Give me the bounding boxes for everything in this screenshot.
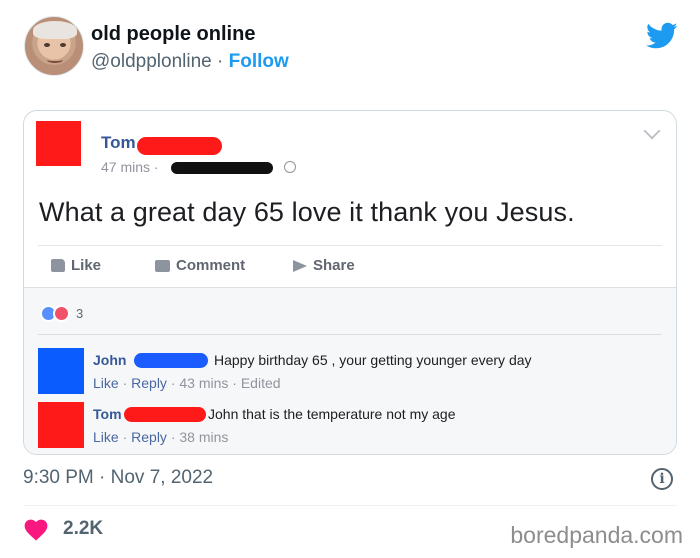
twitter-bird-icon[interactable] — [646, 22, 678, 50]
comment-like-link: Like — [93, 429, 119, 445]
time-redaction — [171, 162, 273, 174]
fb-post: Tom 47 mins · What a great day 65 love i… — [24, 111, 676, 287]
avatar[interactable] — [24, 16, 84, 76]
comment-avatar — [38, 348, 84, 394]
comment: John Happy birthday 65 , your getting yo… — [38, 348, 668, 398]
divider — [38, 245, 662, 246]
comment-text: Happy birthday 65 , your getting younger… — [214, 352, 532, 368]
name-redaction — [137, 137, 222, 155]
comment-meta: Like · Reply · 38 mins — [93, 429, 229, 445]
display-name[interactable]: old people online — [91, 23, 255, 46]
comment-author: John — [93, 352, 127, 368]
comment-time: · 38 mins — [166, 429, 229, 445]
share-action: Share — [293, 257, 355, 274]
divider — [38, 334, 662, 335]
comment-icon — [155, 259, 170, 272]
post-author-name: Tom — [101, 133, 136, 152]
comment: Tom John that is the temperature not my … — [38, 402, 668, 452]
post-author-avatar — [36, 121, 81, 166]
reaction-count: 3 — [76, 305, 84, 321]
like-button[interactable]: 2.2K — [23, 517, 103, 541]
name-redaction — [134, 353, 208, 368]
info-icon[interactable]: i — [651, 468, 673, 490]
love-reaction-icon — [53, 304, 70, 322]
tweet-header: old people online @oldpplonline · Follow — [24, 16, 684, 80]
comment-text: John that is the temperature not my age — [208, 406, 456, 422]
globe-icon — [284, 161, 296, 173]
follow-button[interactable]: Follow — [229, 51, 289, 72]
comment-time: · 43 mins · Edited — [166, 375, 281, 391]
share-label: Share — [313, 257, 355, 274]
chevron-down-icon — [643, 122, 661, 140]
watermark: boredpanda.com — [510, 522, 683, 548]
handle[interactable]: @oldpplonline — [91, 51, 212, 72]
fb-comments: 3 John Happy birthday 65 , your getting … — [24, 287, 676, 454]
like-count: 2.2K — [63, 518, 104, 539]
heart-icon — [24, 519, 48, 541]
comment-reply-link: Reply — [131, 429, 167, 445]
share-icon — [293, 259, 307, 272]
like-label: Like — [71, 257, 102, 274]
divider — [23, 505, 677, 506]
tweet-timestamp[interactable]: 9:30 PM · Nov 7, 2022 — [23, 467, 213, 489]
like-action: Like — [51, 257, 101, 274]
comment-label: Comment — [176, 257, 246, 274]
comment-author: Tom — [93, 406, 122, 422]
separator: · — [211, 51, 229, 72]
comment-avatar — [38, 402, 84, 448]
comment-action: Comment — [155, 257, 245, 274]
embedded-image[interactable]: Tom 47 mins · What a great day 65 love i… — [23, 110, 677, 455]
like-icon — [51, 259, 65, 272]
comment-meta: Like · Reply · 43 mins · Edited — [93, 375, 281, 391]
name-redaction — [124, 407, 206, 422]
post-time: 47 mins · — [101, 159, 159, 175]
reactions: 3 — [40, 304, 83, 322]
handle-row: @oldpplonline · Follow — [91, 51, 289, 73]
comment-reply-link: Reply — [131, 375, 167, 391]
post-text: What a great day 65 love it thank you Je… — [39, 197, 575, 227]
comment-like-link: Like — [93, 375, 119, 391]
